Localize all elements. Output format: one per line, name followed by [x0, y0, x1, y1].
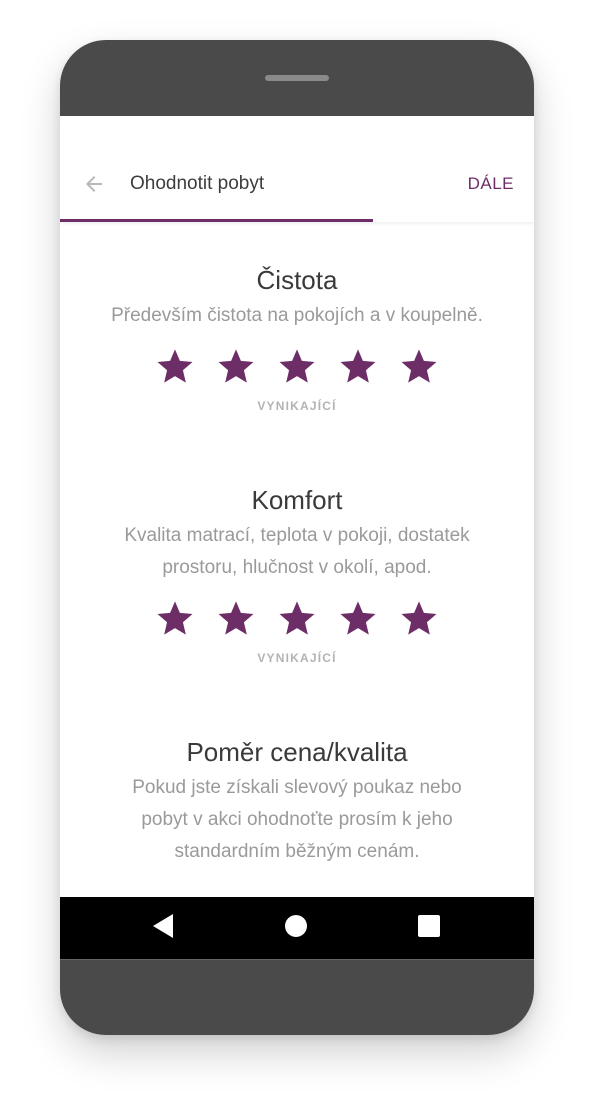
nav-back-button[interactable]	[148, 913, 178, 943]
rating-section-value: Poměr cena/kvalita Pokud jste získali sl…	[60, 736, 534, 868]
back-button[interactable]	[78, 170, 110, 202]
stage: Ohodnotit pobyt DÁLE Čistota Především č…	[0, 0, 594, 1114]
rating-label: VYNIKAJÍCÍ	[257, 399, 337, 413]
phone-frame: Ohodnotit pobyt DÁLE Čistota Především č…	[60, 40, 534, 1035]
section-title: Poměr cena/kvalita	[186, 737, 408, 767]
star-icon[interactable]	[338, 346, 378, 386]
star-icon[interactable]	[338, 598, 378, 638]
next-button[interactable]: DÁLE	[468, 173, 514, 195]
star-icon[interactable]	[155, 346, 195, 386]
star-icon[interactable]	[216, 346, 256, 386]
section-title: Komfort	[251, 485, 343, 515]
arrow-left-icon	[82, 172, 106, 201]
star-icon[interactable]	[399, 598, 439, 638]
triangle-back-icon	[152, 913, 174, 944]
star-icon[interactable]	[277, 346, 317, 386]
star-icon[interactable]	[399, 346, 439, 386]
app-screen: Ohodnotit pobyt DÁLE Čistota Především č…	[60, 116, 534, 897]
section-description: Především čistota na pokojích a v koupel…	[111, 305, 483, 326]
page-title: Ohodnotit pobyt	[130, 173, 265, 194]
star-rating[interactable]	[60, 346, 534, 386]
section-title: Čistota	[256, 265, 338, 295]
star-icon[interactable]	[277, 598, 317, 638]
rating-form[interactable]: Čistota Především čistota na pokojích a …	[60, 222, 534, 897]
divider	[60, 959, 534, 960]
section-description: Pokud jste získali slevový poukaz nebo p…	[132, 777, 462, 862]
square-recent-icon	[418, 914, 440, 942]
nav-home-button[interactable]	[281, 913, 311, 943]
star-rating[interactable]	[60, 598, 534, 638]
app-bar: Ohodnotit pobyt DÁLE	[60, 116, 534, 222]
rating-section-comfort: Komfort Kvalita matrací, teplota v pokoj…	[60, 484, 534, 666]
rating-section-cleanliness: Čistota Především čistota na pokojích a …	[60, 264, 534, 414]
rating-label: VYNIKAJÍCÍ	[257, 651, 337, 665]
nav-recent-apps-button[interactable]	[414, 913, 444, 943]
system-nav-bar	[60, 897, 534, 959]
speaker-grille	[265, 75, 329, 81]
section-description: Kvalita matrací, teplota v pokoji, dosta…	[124, 525, 470, 578]
circle-home-icon	[284, 914, 308, 943]
star-icon[interactable]	[216, 598, 256, 638]
star-icon[interactable]	[155, 598, 195, 638]
